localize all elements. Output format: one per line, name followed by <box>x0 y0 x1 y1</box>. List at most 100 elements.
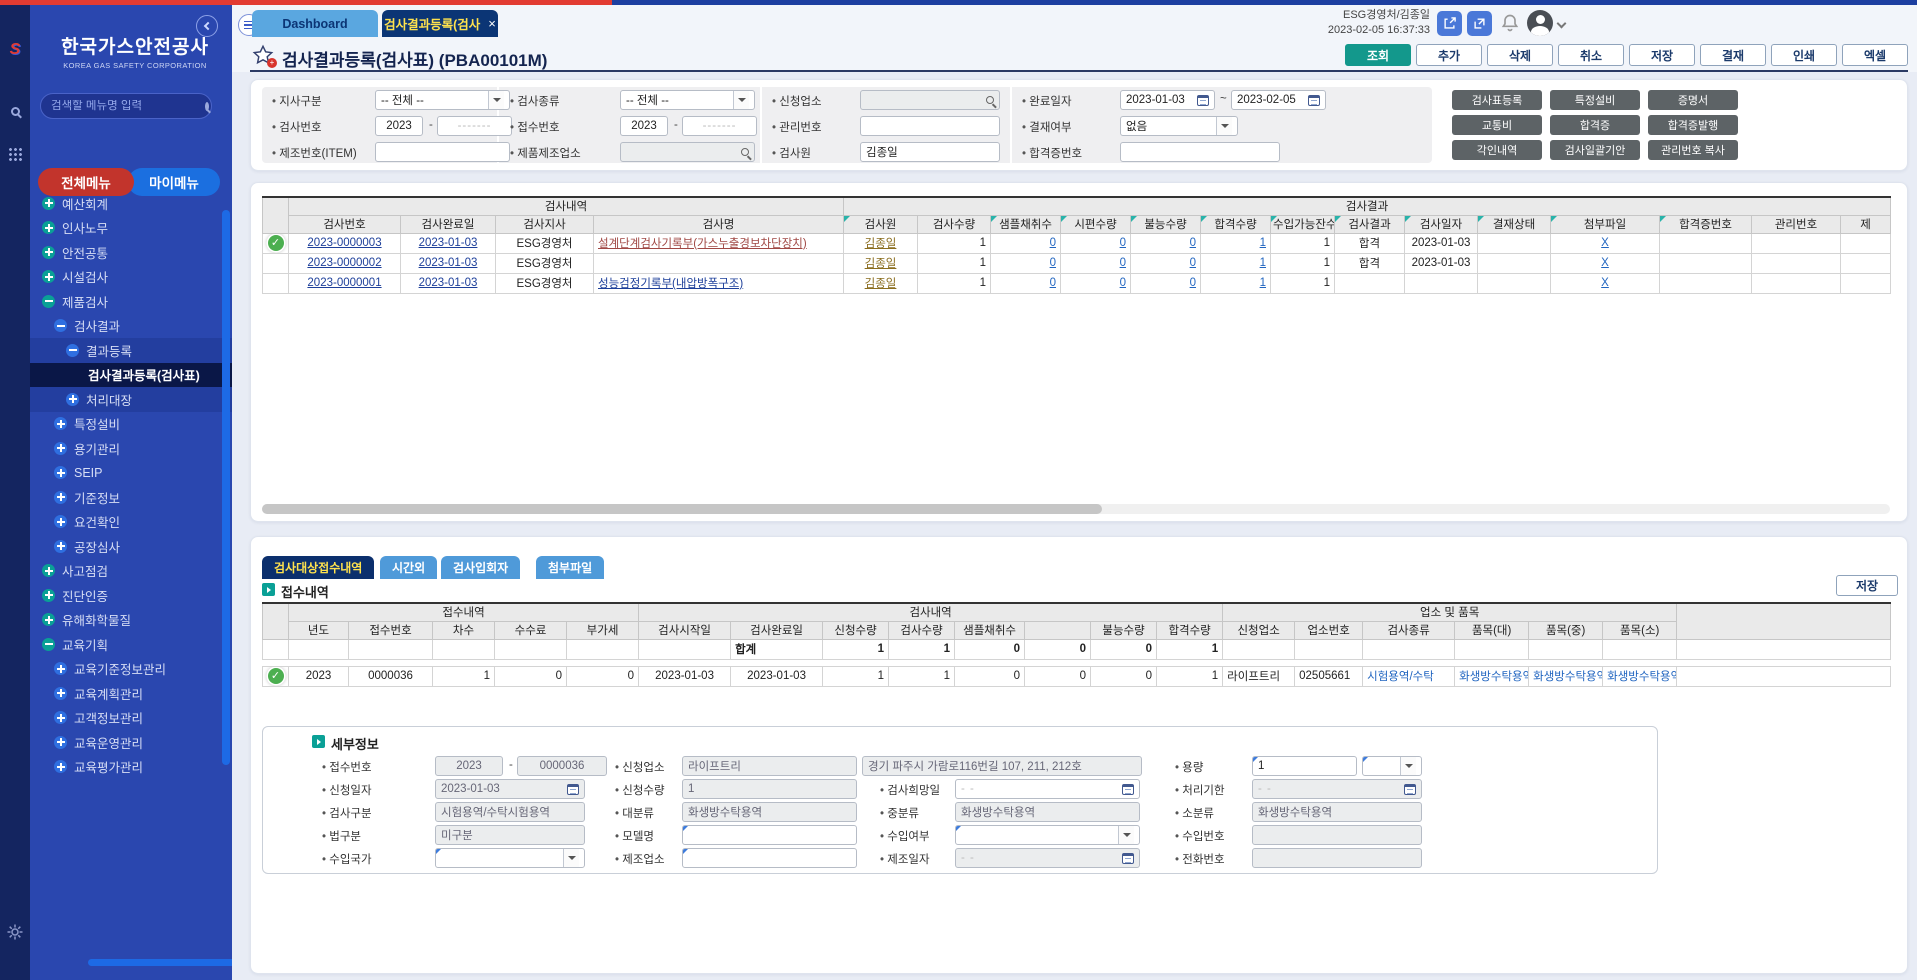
plus-icon[interactable] <box>66 393 79 406</box>
scrollbar-thumb[interactable] <box>262 504 1102 514</box>
complete-date-link[interactable]: 2023-01-03 <box>419 257 478 269</box>
inspection-name-link[interactable]: 설계단계검사기록부(가스누출경보차단장치) <box>598 238 807 250</box>
maker-input[interactable] <box>682 848 857 868</box>
plus-icon[interactable] <box>42 613 55 626</box>
menu-search-input[interactable] <box>51 100 205 112</box>
table-row[interactable]: 2023-0000003 2023-01-03 ESG경영처 설계단계검사기록부… <box>263 233 1891 253</box>
detail-save-button[interactable]: 저장 <box>1836 575 1898 596</box>
search-icon[interactable] <box>986 96 994 104</box>
minus-icon[interactable] <box>54 319 67 332</box>
add-button[interactable]: 추가 <box>1416 44 1482 66</box>
table-row[interactable]: 2023-0000002 2023-01-03 ESG경영처 김종일 1 0 0… <box>263 253 1891 273</box>
bell-icon[interactable] <box>1500 13 1520 38</box>
sidebar-item-diagnosis[interactable]: 진단인증 <box>30 583 232 608</box>
print-button[interactable]: 인쇄 <box>1771 44 1837 66</box>
tab-attendee[interactable]: 검사입회자 <box>441 556 520 579</box>
sidebar-item-edu-operation[interactable]: 교육운영관리 <box>30 730 232 755</box>
sidebar-item-edu-planning[interactable]: 교육계획관리 <box>30 681 232 706</box>
row-select-cell[interactable] <box>263 273 289 293</box>
calendar-icon[interactable] <box>1308 95 1320 106</box>
avatar[interactable] <box>1527 10 1553 36</box>
sidebar-item-product-inspection[interactable]: 제품검사 <box>30 289 232 314</box>
tab-overtime[interactable]: 시간외 <box>380 556 437 579</box>
sidebar-item-facility[interactable]: 시설검사 <box>30 265 232 290</box>
pass-qty-link[interactable]: 1 <box>1260 277 1266 289</box>
plus-icon[interactable] <box>42 564 55 577</box>
hope-date-input[interactable]: - - <box>955 779 1140 799</box>
tab-active-page[interactable]: 검사결과등록(검사× <box>382 10 498 37</box>
batch-draft-button[interactable]: 검사일괄기안 <box>1550 140 1640 160</box>
popup-link-icon[interactable] <box>1467 11 1492 36</box>
special-equipment-button[interactable]: 특정설비 <box>1550 90 1640 110</box>
branch-select[interactable]: -- 전체 -- <box>375 90 510 110</box>
sidebar-item-education-plan[interactable]: 교육기획 <box>30 632 232 657</box>
plus-icon[interactable] <box>54 662 67 675</box>
menu-search-box[interactable] <box>40 93 212 119</box>
inspection-no-link[interactable]: 2023-0000003 <box>307 237 381 249</box>
inspection-no-link[interactable]: 2023-0000001 <box>307 277 381 289</box>
fail-qty-link[interactable]: 0 <box>1190 257 1196 269</box>
model-input[interactable] <box>682 825 857 845</box>
certificate-button[interactable]: 증명서 <box>1648 90 1738 110</box>
sidebar-item-seip[interactable]: SEIP <box>30 461 232 486</box>
minus-icon[interactable] <box>42 638 55 651</box>
plus-icon[interactable] <box>54 760 67 773</box>
receipt-no-year-input[interactable]: 2023 <box>620 116 668 136</box>
plus-icon[interactable] <box>54 491 67 504</box>
inspection-no-link[interactable]: 2023-0000002 <box>307 257 381 269</box>
inspection-name-link[interactable]: 성능검정기록부(내압방폭구조) <box>598 278 743 290</box>
gear-icon[interactable] <box>0 923 30 941</box>
inspector-link[interactable]: 김종일 <box>865 278 897 290</box>
inspection-type-select[interactable]: -- 전체 -- <box>620 90 755 110</box>
row-select-cell[interactable] <box>263 233 289 253</box>
tab-receipt-list[interactable]: 검사대상접수내역 <box>262 556 374 579</box>
approval-select[interactable]: 없음 <box>1120 116 1238 136</box>
search-icon[interactable] <box>741 148 749 156</box>
tab-all-menu[interactable]: 전체메뉴 <box>38 168 134 196</box>
plus-icon[interactable] <box>54 515 67 528</box>
sample-qty-link[interactable]: 0 <box>1050 277 1056 289</box>
calendar-icon[interactable] <box>1122 784 1134 795</box>
inspector-link[interactable]: 김종일 <box>865 238 897 250</box>
transport-fee-button[interactable]: 교통비 <box>1452 115 1542 135</box>
plus-icon[interactable] <box>54 687 67 700</box>
plus-icon[interactable] <box>54 442 67 455</box>
row-select-cell[interactable] <box>263 253 289 273</box>
sidebar-item-safety[interactable]: 안전공통 <box>30 240 232 265</box>
sidebar-item-edu-standard[interactable]: 교육기준정보관리 <box>30 657 232 682</box>
piece-qty-link[interactable]: 0 <box>1120 277 1126 289</box>
sidebar-item-result-register-sheet[interactable]: 검사결과등록(검사표) <box>30 363 232 388</box>
mgmt-no-input[interactable] <box>860 116 1000 136</box>
complete-date-from[interactable]: 2023-01-03 <box>1120 90 1215 110</box>
sidebar-item-factory-audit[interactable]: 공장심사 <box>30 534 232 559</box>
fail-qty-link[interactable]: 0 <box>1190 277 1196 289</box>
item-no-input[interactable] <box>375 142 510 162</box>
inspector-input[interactable]: 김종일 <box>860 142 1000 162</box>
tab-dashboard[interactable]: Dashboard <box>252 10 378 37</box>
inspection-sheet-register-button[interactable]: 검사표등록 <box>1452 90 1542 110</box>
inspection-no-year-input[interactable]: 2023 <box>375 116 423 136</box>
delete-button[interactable]: 삭제 <box>1487 44 1553 66</box>
complete-date-link[interactable]: 2023-01-03 <box>419 277 478 289</box>
capacity-input[interactable]: 1 <box>1252 756 1357 776</box>
fail-qty-link[interactable]: 0 <box>1190 237 1196 249</box>
table-row[interactable]: 2023 0000036 1 0 0 2023-01-03 2023-01-03… <box>263 666 1891 686</box>
sidebar-item-customer-info[interactable]: 고객정보관리 <box>30 706 232 731</box>
engrave-button[interactable]: 각인내역 <box>1452 140 1542 160</box>
import-yn-select[interactable] <box>955 825 1140 845</box>
sidebar-item-standard-info[interactable]: 기준정보 <box>30 485 232 510</box>
search-icon[interactable] <box>0 107 30 116</box>
sidebar-item-accident[interactable]: 사고점검 <box>30 559 232 584</box>
cert-no-input[interactable] <box>1120 142 1280 162</box>
sample-qty-link[interactable]: 0 <box>1050 257 1056 269</box>
plus-icon[interactable] <box>42 246 55 259</box>
sidebar-vscrollbar[interactable] <box>222 210 230 765</box>
save-button[interactable]: 저장 <box>1629 44 1695 66</box>
country-select[interactable] <box>435 848 585 868</box>
sidebar-item-inspection-result[interactable]: 검사결과 <box>30 314 232 339</box>
tab-my-menu[interactable]: 마이메뉴 <box>128 168 220 196</box>
table-row[interactable]: 2023-0000001 2023-01-03 ESG경영처 성능검정기록부(내… <box>263 273 1891 293</box>
receipt-no-serial-input[interactable]: ------- <box>682 116 757 136</box>
complete-date-to[interactable]: 2023-02-05 <box>1231 90 1326 110</box>
minus-icon[interactable] <box>42 295 55 308</box>
